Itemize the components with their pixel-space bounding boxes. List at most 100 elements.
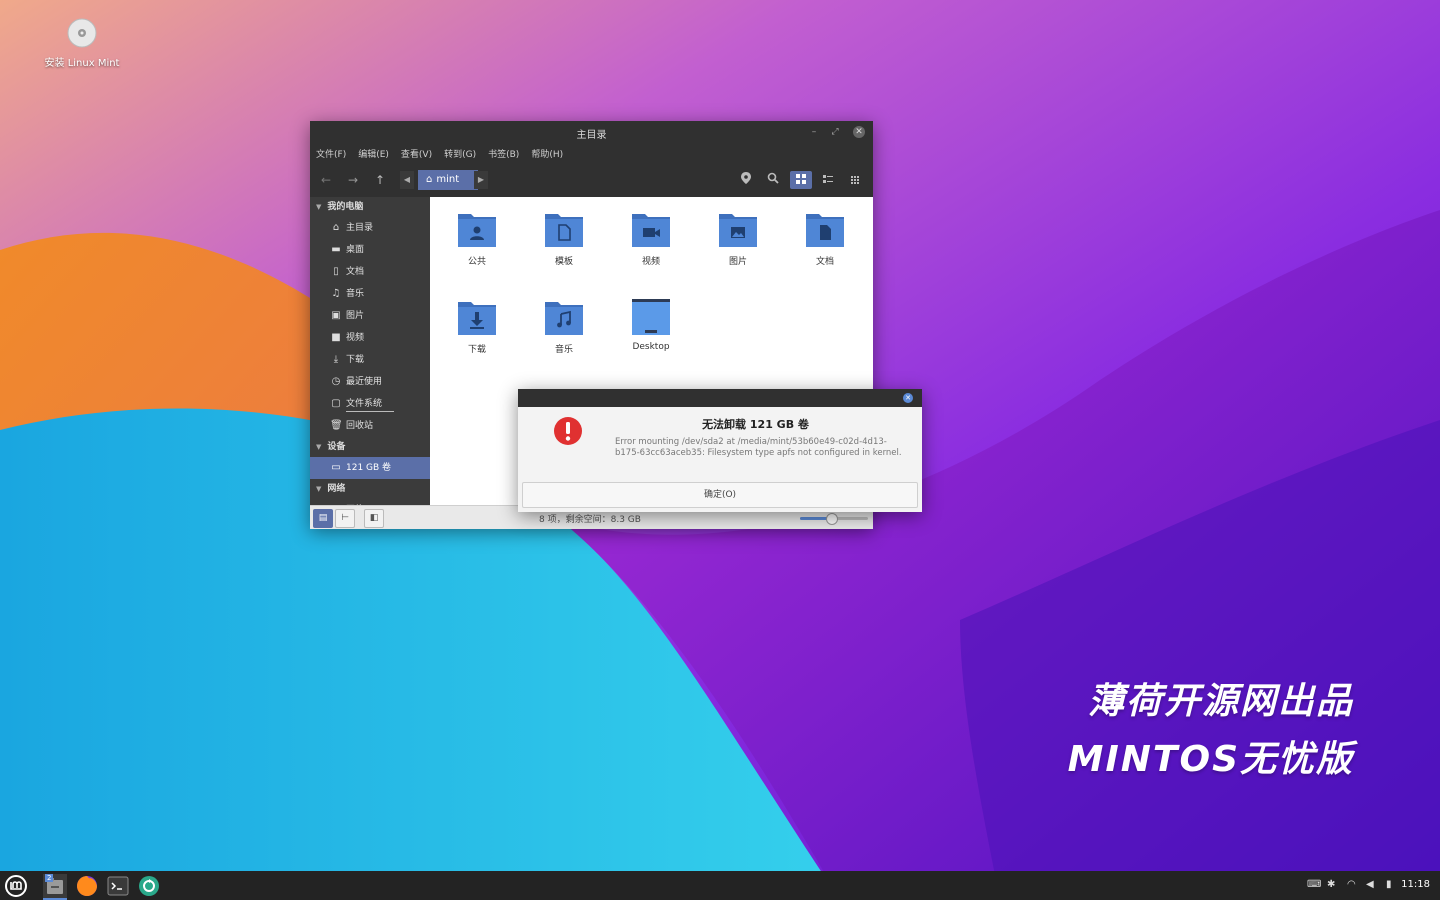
filesystem-icon: ▢	[331, 398, 341, 409]
sidebar-item-label: 图片	[346, 311, 365, 321]
minimize-button[interactable]: –	[807, 125, 821, 139]
file-item-documents[interactable]: 文档	[790, 210, 860, 267]
sidebar-item-home[interactable]: ⌂ 主目录	[310, 217, 430, 239]
music-folder-icon	[545, 302, 583, 335]
show-tree-button[interactable]: ⊢	[335, 509, 355, 528]
bluetooth-icon[interactable]: ✱	[1327, 879, 1335, 890]
sidebar-item-documents[interactable]: ▯ 文档	[310, 261, 430, 283]
pictures-folder-icon	[719, 214, 757, 247]
file-item-pictures[interactable]: 图片	[703, 210, 773, 267]
taskbar-file-manager[interactable]: 2	[43, 874, 67, 900]
file-item-downloads[interactable]: 下载	[442, 298, 512, 355]
documents-folder-icon	[806, 214, 844, 247]
zoom-slider[interactable]	[800, 513, 868, 525]
sidebar-item-volume[interactable]: ▭ 121 GB 卷	[310, 457, 430, 479]
section-label: 设备	[327, 442, 346, 452]
forward-button[interactable]: →	[343, 171, 363, 189]
icon-view-button[interactable]	[790, 171, 812, 189]
sidebar-item-trash[interactable]: 🗑 回收站	[310, 415, 430, 437]
toolbar: ← → ↑ ◀ ⌂ mint ▶	[310, 163, 873, 198]
sidebar-section-devices[interactable]: ▼ 设备	[310, 437, 430, 457]
sidebar-item-filesystem[interactable]: ▢ 文件系统	[310, 393, 430, 415]
sidebar-item-label: 文档	[346, 267, 365, 277]
breadcrumb-left-arrow[interactable]: ◀	[400, 171, 414, 189]
dialog-titlebar[interactable]: ✕	[518, 389, 922, 407]
dialog-message: Error mounting /dev/sda2 at /media/mint/…	[615, 437, 902, 458]
file-item-desktop[interactable]: Desktop	[616, 298, 686, 352]
menu-bookmarks[interactable]: 书签(B)	[488, 143, 525, 163]
desktop-icon: ▬	[331, 244, 341, 255]
desktop-folder-icon	[632, 299, 670, 335]
sidebar-item-desktop[interactable]: ▬ 桌面	[310, 239, 430, 261]
download-icon: ⤓	[333, 354, 339, 365]
volume-icon[interactable]: ◀	[1366, 879, 1374, 890]
sidebar-item-label: 回收站	[346, 421, 374, 431]
status-text: 8 项，剩余空间：8.3 GB	[539, 515, 641, 525]
terminal-icon[interactable]	[106, 874, 130, 898]
file-item-label: 公共	[467, 257, 486, 267]
breadcrumb-home[interactable]: ⌂ mint	[418, 170, 478, 190]
maximize-button[interactable]: ⤢	[828, 125, 842, 139]
file-item-label: 模板	[554, 257, 573, 267]
taskbar: 2 ⌨ ✱ ◠ ◀ ▮ 11:18	[0, 871, 1440, 900]
file-item-videos[interactable]: 视频	[616, 210, 686, 267]
window-title: 主目录	[576, 130, 607, 141]
up-button[interactable]: ↑	[370, 171, 390, 189]
sidebar-item-label: 桌面	[346, 245, 365, 255]
sidebar-item-label: 下载	[346, 355, 365, 365]
file-item-music[interactable]: 音乐	[529, 298, 599, 355]
sidebar-section-network[interactable]: ▼ 网络	[310, 479, 430, 499]
desktop-install-icon[interactable]: 安装 Linux Mint	[40, 18, 124, 69]
mint-menu-icon[interactable]	[4, 874, 28, 898]
close-button[interactable]: ✕	[853, 126, 865, 138]
menu-help[interactable]: 帮助(H)	[531, 143, 569, 163]
breadcrumb-right-arrow[interactable]: ▶	[474, 171, 488, 189]
menu-go[interactable]: 转到(G)	[444, 143, 482, 163]
sidebar-item-label: 最近使用	[346, 377, 383, 387]
menu-view[interactable]: 查看(V)	[401, 143, 438, 163]
file-item-public[interactable]: 公共	[442, 210, 512, 267]
ok-button[interactable]: 确定(O)	[522, 482, 918, 508]
videos-folder-icon	[632, 214, 670, 247]
list-view-button[interactable]	[818, 171, 838, 189]
public-folder-icon	[458, 214, 496, 247]
file-item-label: 文档	[815, 257, 834, 267]
collapse-icon: ▼	[316, 443, 322, 451]
file-item-templates[interactable]: 模板	[529, 210, 599, 267]
clock[interactable]: 11:18	[1401, 879, 1430, 890]
menu-file[interactable]: 文件(F)	[316, 143, 352, 163]
battery-icon[interactable]: ▮	[1386, 879, 1392, 890]
sidebar-item-recent[interactable]: ◷ 最近使用	[310, 371, 430, 393]
sidebar-section-computer[interactable]: ▼ 我的电脑	[310, 197, 430, 217]
menu-edit[interactable]: 编辑(E)	[358, 143, 395, 163]
show-places-button[interactable]: ▤	[313, 509, 333, 528]
file-item-label: 图片	[728, 257, 747, 267]
sidebar-item-videos[interactable]: ■ 视频	[310, 327, 430, 349]
toggle-sidebar-button[interactable]: ◧	[364, 509, 384, 528]
compact-view-button[interactable]	[845, 171, 865, 189]
drive-icon: ▭	[331, 462, 341, 473]
dialog-close-button[interactable]: ✕	[903, 393, 913, 403]
update-manager-icon[interactable]	[137, 874, 161, 898]
sidebar-item-pictures[interactable]: ▣ 图片	[310, 305, 430, 327]
file-item-label: 视频	[641, 257, 660, 267]
desktop-icon-label: 安装 Linux Mint	[44, 58, 120, 69]
templates-folder-icon	[545, 214, 583, 247]
brand-line-2: MINTOS无忧版	[1067, 739, 1354, 780]
sidebar-item-music[interactable]: ♫ 音乐	[310, 283, 430, 305]
keyboard-icon[interactable]: ⌨	[1307, 879, 1321, 890]
firefox-icon[interactable]	[75, 874, 99, 898]
section-label: 网络	[327, 484, 346, 494]
file-item-label: 音乐	[554, 345, 573, 355]
zoom-slider-handle[interactable]	[825, 513, 838, 525]
location-pin-icon[interactable]	[736, 171, 756, 189]
workspace-badge: 2	[45, 874, 54, 882]
search-icon[interactable]	[763, 171, 783, 189]
collapse-icon: ▼	[316, 203, 322, 211]
sidebar-item-downloads[interactable]: ⤓ 下载	[310, 349, 430, 371]
window-titlebar[interactable]: 主目录 – ⤢ ✕	[310, 121, 873, 143]
wifi-icon[interactable]: ◠	[1347, 879, 1356, 890]
error-icon	[554, 417, 582, 445]
back-button[interactable]: ←	[316, 171, 336, 189]
sidebar-item-label: 主目录	[346, 223, 374, 233]
